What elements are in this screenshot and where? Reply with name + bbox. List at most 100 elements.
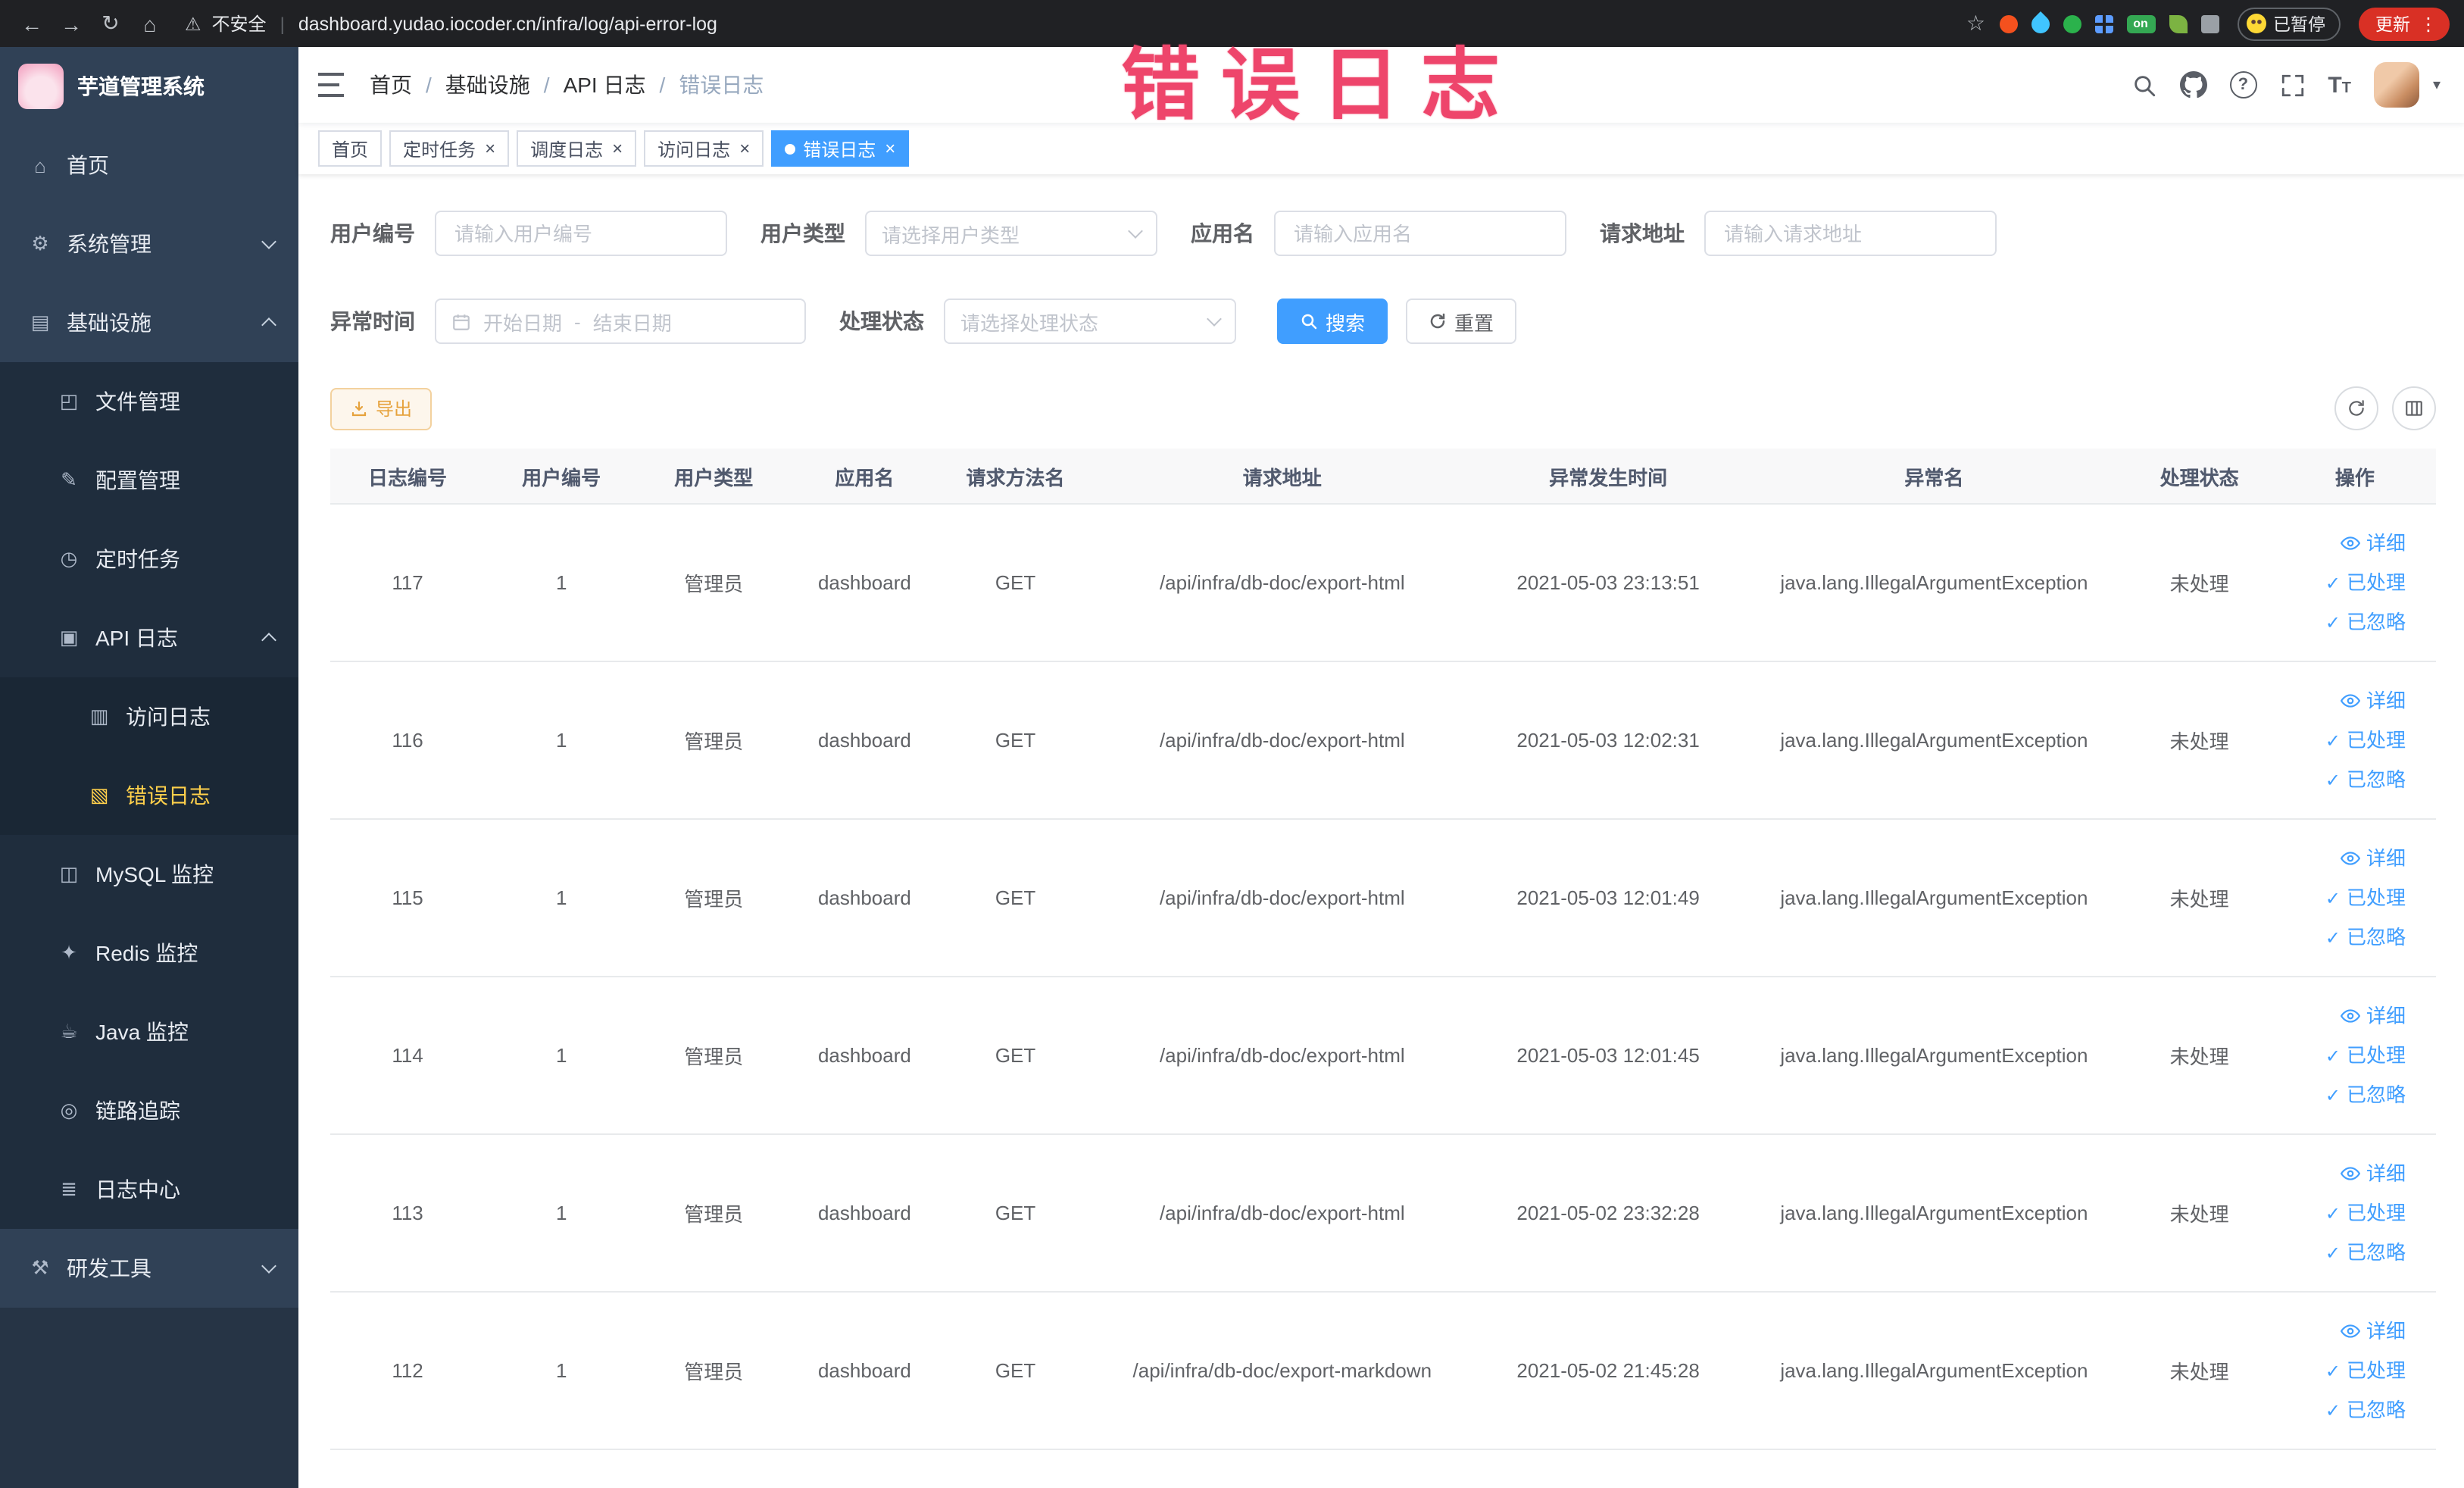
process-status-label: 处理状态 — [839, 309, 924, 333]
row-action-detail[interactable]: 详细 — [2280, 839, 2406, 878]
sidebar-item-trace[interactable]: ◎ 链路追踪 — [0, 1071, 298, 1150]
sidebar-item-scheduled-task[interactable]: ◷ 定时任务 — [0, 520, 298, 599]
request-url-input[interactable] — [1704, 211, 1997, 256]
user-id-input-field[interactable] — [451, 220, 710, 246]
address-bar[interactable]: ⚠ 不安全 | dashboard.yudao.iocoder.cn/infra… — [185, 11, 1948, 36]
cell-exception: java.lang.IllegalArgumentException — [1743, 504, 2125, 662]
bookmark-star-icon[interactable]: ☆ — [1966, 11, 1985, 36]
extension-icon-drop[interactable] — [2027, 11, 2053, 36]
row-action-processed[interactable]: ✓ 已处理 — [2280, 878, 2406, 917]
tab-item[interactable]: 定时任务 × — [389, 130, 510, 167]
end-date-placeholder[interactable]: 结束日期 — [593, 307, 672, 336]
sidebar-item-access-log[interactable]: ▥ 访问日志 — [0, 677, 298, 756]
github-icon[interactable] — [2179, 71, 2207, 98]
row-action-ignore[interactable]: ✓ 已忽略 — [2280, 1233, 2406, 1272]
tab-close-icon[interactable]: × — [612, 139, 623, 158]
extension-icon-leaf[interactable] — [2169, 14, 2187, 33]
user-type-select[interactable]: 请选择用户类型 — [865, 211, 1157, 256]
help-icon[interactable]: ? — [2229, 71, 2257, 98]
user-avatar[interactable] — [2373, 62, 2419, 108]
sidebar-item-dev-tools[interactable]: ⚒ 研发工具 — [0, 1229, 298, 1308]
row-action-processed[interactable]: ✓ 已处理 — [2280, 721, 2406, 760]
row-action-detail[interactable]: 详细 — [2280, 681, 2406, 721]
user-id-input[interactable] — [435, 211, 727, 256]
row-action-processed[interactable]: ✓ 已处理 — [2280, 1193, 2406, 1233]
row-action-detail[interactable]: 详细 — [2280, 996, 2406, 1036]
sidebar-item-system-gear[interactable]: ⚙ 系统管理 — [0, 205, 298, 283]
security-warning-icon[interactable]: ⚠ — [185, 13, 201, 34]
hamburger-icon[interactable] — [318, 73, 344, 97]
browser-back-icon[interactable]: ← — [15, 11, 48, 36]
extension-icon-on-badge[interactable]: on — [2126, 14, 2155, 33]
app-logo-row[interactable]: 芋道管理系统 — [0, 47, 298, 126]
sidebar-item-mysql-monitor[interactable]: ◫ MySQL 监控 — [0, 835, 298, 914]
cell-log-id: 114 — [330, 977, 486, 1135]
export-button[interactable]: 导出 — [330, 387, 433, 430]
extension-icon-teal[interactable] — [2063, 14, 2081, 33]
sidebar-item-config-manage[interactable]: ✎ 配置管理 — [0, 441, 298, 520]
tab-item[interactable]: 错误日志 × — [771, 130, 910, 167]
sidebar-item-label: 定时任务 — [95, 547, 180, 571]
extensions-puzzle-icon[interactable] — [2200, 14, 2219, 33]
row-action-processed[interactable]: ✓ 已处理 — [2280, 1351, 2406, 1390]
browser-menu-icon[interactable]: ⋮ — [2419, 13, 2437, 34]
breadcrumb-item[interactable]: 首页 — [370, 70, 412, 100]
url-text[interactable]: dashboard.yudao.iocoder.cn/infra/log/api… — [298, 13, 717, 34]
tab-item[interactable]: 访问日志 × — [644, 130, 764, 167]
table-refresh-button[interactable] — [2334, 386, 2378, 430]
tab-close-icon[interactable]: × — [739, 139, 750, 158]
tab-close-icon[interactable]: × — [885, 139, 895, 158]
exception-time-range-picker[interactable]: 开始日期 - 结束日期 — [435, 299, 806, 344]
check-icon: ✓ — [2325, 572, 2341, 593]
tab-item[interactable]: 调度日志 × — [517, 130, 637, 167]
action-label: 已处理 — [2346, 571, 2406, 593]
avatar-caret-icon[interactable]: ▾ — [2433, 77, 2441, 93]
request-url-input-field[interactable] — [1721, 220, 1980, 246]
search-icon[interactable] — [2131, 72, 2156, 98]
search-button[interactable]: 搜索 — [1277, 299, 1388, 344]
row-action-ignore[interactable]: ✓ 已忽略 — [2280, 1075, 2406, 1114]
browser-forward-icon[interactable]: → — [55, 11, 88, 36]
sidebar-item-infrastructure[interactable]: ▤ 基础设施 — [0, 283, 298, 362]
row-action-detail[interactable]: 详细 — [2280, 1154, 2406, 1193]
browser-reload-icon[interactable]: ↻ — [94, 11, 127, 36]
row-action-detail[interactable]: 详细 — [2280, 1311, 2406, 1351]
extension-icon-grid[interactable] — [2094, 14, 2113, 33]
sidebar-item-log-center[interactable]: ≣ 日志中心 — [0, 1150, 298, 1229]
fullscreen-icon[interactable] — [2279, 72, 2305, 98]
row-action-processed[interactable]: ✓ 已处理 — [2280, 1036, 2406, 1075]
process-status-select[interactable]: 请选择处理状态 — [944, 299, 1236, 344]
tab-label: 调度日志 — [530, 139, 604, 160]
row-action-ignore[interactable]: ✓ 已忽略 — [2280, 917, 2406, 957]
start-date-placeholder[interactable]: 开始日期 — [483, 307, 562, 336]
tab-item[interactable]: 首页 — [318, 130, 383, 167]
row-action-detail[interactable]: 详细 — [2280, 524, 2406, 563]
row-action-processed[interactable]: ✓ 已处理 — [2280, 563, 2406, 602]
sidebar-item-redis-monitor[interactable]: ✦ Redis 监控 — [0, 914, 298, 993]
tab-label: 错误日志 — [803, 139, 876, 160]
row-action-ignore[interactable]: ✓ 已忽略 — [2280, 760, 2406, 799]
scheduled-task-icon: ◷ — [60, 547, 78, 570]
cell-user-type: 管理员 — [638, 1292, 790, 1450]
breadcrumb-item[interactable]: 基础设施 — [445, 70, 530, 100]
app-name-input[interactable] — [1274, 211, 1566, 256]
sidebar-item-home[interactable]: ⌂ 首页 — [0, 126, 298, 205]
system-gear-icon: ⚙ — [31, 232, 49, 255]
row-action-ignore[interactable]: ✓ 已忽略 — [2280, 1390, 2406, 1430]
browser-profile-button[interactable]: 已暂停 — [2237, 7, 2341, 40]
extension-icon-orange[interactable] — [1999, 14, 2017, 33]
sidebar-item-file-manage[interactable]: ◰ 文件管理 — [0, 362, 298, 441]
reset-button[interactable]: 重置 — [1406, 299, 1517, 344]
sidebar-item-error-log[interactable]: ▧ 错误日志 — [0, 756, 298, 835]
font-size-icon[interactable]: TT — [2328, 73, 2351, 96]
browser-update-button[interactable]: 更新 ⋮ — [2359, 7, 2450, 40]
app-name-input-field[interactable] — [1291, 220, 1550, 246]
sidebar-item-java-monitor[interactable]: ☕ Java 监控 — [0, 993, 298, 1071]
cell-app-name: dashboard — [789, 819, 940, 977]
column-settings-button[interactable] — [2392, 386, 2436, 430]
browser-home-icon[interactable]: ⌂ — [133, 11, 167, 36]
tab-close-icon[interactable]: × — [485, 139, 495, 158]
row-action-ignore[interactable]: ✓ 已忽略 — [2280, 602, 2406, 642]
sidebar-item-api-log[interactable]: ▣ API 日志 — [0, 599, 298, 677]
breadcrumb-item[interactable]: API 日志 — [564, 70, 646, 100]
